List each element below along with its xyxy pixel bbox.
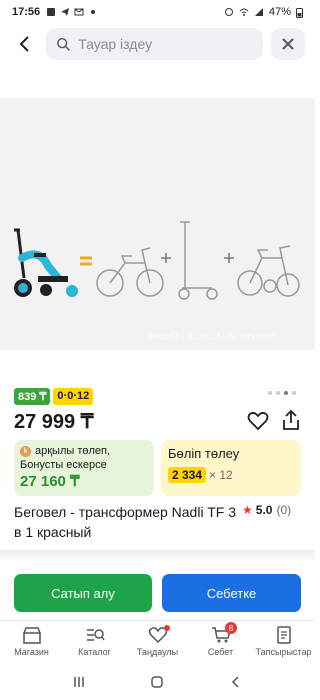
nav-label-orders: Тапсырыстар [255, 647, 312, 657]
nav-item-cart[interactable]: 8 Себет [189, 621, 252, 664]
gallery-dot[interactable] [268, 391, 272, 395]
status-bar: 17:56 47% [0, 0, 315, 24]
bonus-price: 27 160 ₸ [20, 473, 80, 490]
nav-label-catalog: Каталог [78, 647, 111, 657]
tricycle-outline [237, 245, 300, 297]
bottom-navigation: Магазин Каталог Таңдаулы 8 Себет Тапсыры… [0, 620, 315, 664]
product-image [14, 221, 300, 300]
add-to-cart-button[interactable]: Себетке [162, 574, 301, 612]
star-icon: ★ [242, 503, 253, 517]
back-nav-icon[interactable] [229, 675, 243, 689]
alarm-icon [224, 8, 233, 16]
nav-item-favorites[interactable]: Таңдаулы [126, 621, 189, 664]
status-right: 47% [224, 6, 303, 18]
chevron-left-icon [19, 36, 29, 52]
dot-icon [91, 10, 96, 14]
product-rating[interactable]: ★ 5.0 (0) [242, 503, 291, 517]
close-button[interactable] [271, 28, 305, 60]
gallery-dot[interactable] [292, 391, 296, 395]
nav-item-catalog[interactable]: Каталог [63, 621, 126, 664]
signal-icon [254, 8, 263, 16]
search-header [0, 26, 315, 62]
search-input[interactable] [78, 36, 253, 52]
product-price: 27 999 ₸ [14, 411, 94, 433]
nav-item-orders[interactable]: Тапсырыстар [252, 621, 315, 664]
buy-button[interactable]: Сатып алу [14, 574, 152, 612]
favorite-button[interactable] [247, 410, 269, 432]
recent-apps-icon[interactable] [72, 675, 86, 689]
nav-label-cart: Себет [207, 647, 234, 657]
share-button[interactable] [280, 409, 302, 431]
orders-icon [276, 626, 291, 644]
scooter-illustration [14, 228, 78, 297]
gallery-dot-active[interactable] [284, 391, 288, 395]
cart-badge: 8 [225, 622, 237, 634]
installment-row: 2 334 × 12 [168, 467, 294, 483]
gallery-pagination [268, 391, 296, 395]
balance-bike-outline [96, 247, 164, 297]
share-icon [283, 409, 299, 430]
installment-badge: 0·0·12 [53, 388, 94, 405]
kick-scooter-outline [178, 221, 218, 300]
battery-icon [296, 7, 303, 18]
installment-monthly: 2 334 [168, 467, 207, 483]
notification-icon [47, 8, 56, 16]
mail-icon [74, 8, 84, 16]
bonus-badge: 839 ₸ [14, 388, 51, 405]
home-icon[interactable] [150, 675, 164, 689]
battery-percent: 47% [268, 6, 291, 18]
search-icon [57, 37, 70, 51]
sheet-divider [0, 550, 315, 562]
installment-card[interactable]: Бөліп төлеу 2 334 × 12 [161, 440, 301, 496]
system-navigation [0, 664, 315, 700]
catalog-icon [86, 629, 105, 641]
heart-icon [247, 411, 269, 431]
rating-count: (0) [276, 503, 292, 517]
store-icon [22, 627, 41, 644]
notification-icons [46, 7, 98, 17]
gallery-dot[interactable] [276, 391, 280, 395]
status-time: 17:56 [12, 6, 41, 18]
nav-item-store[interactable]: Магазин [0, 621, 63, 664]
nav-label-store: Магазин [14, 647, 49, 657]
kaspi-icon: k [20, 445, 31, 457]
bonus-text1: арқылы төлеп, [35, 445, 111, 457]
bonus-payment-card[interactable]: k арқылы төлеп, Бонусты ескерсе 27 160 ₸ [14, 440, 154, 496]
rating-value: 5.0 [255, 503, 273, 517]
back-button[interactable] [10, 28, 38, 60]
nav-label-favorites: Таңдаулы [136, 647, 179, 657]
favorites-badge-dot [164, 625, 170, 631]
product-image-gallery[interactable]: shop67...s...m...f...h...ms.com [0, 98, 315, 350]
promo-badges: 839 ₸ 0·0·12 [14, 388, 94, 405]
close-icon [282, 38, 294, 50]
image-watermark: shop67...s...m...f...h...ms.com [148, 331, 276, 341]
installment-title: Бөліп төлеу [168, 446, 240, 461]
telegram-icon [61, 8, 70, 16]
search-box[interactable] [46, 28, 263, 60]
product-title: Беговел - трансформер Nadli TF 3 в 1 кра… [14, 504, 236, 540]
bonus-text2: Бонусты ескерсе [20, 459, 107, 471]
installment-months: × 12 [209, 468, 233, 482]
wifi-icon [239, 8, 249, 16]
bonus-line1: k арқылы төлеп, [20, 445, 148, 457]
